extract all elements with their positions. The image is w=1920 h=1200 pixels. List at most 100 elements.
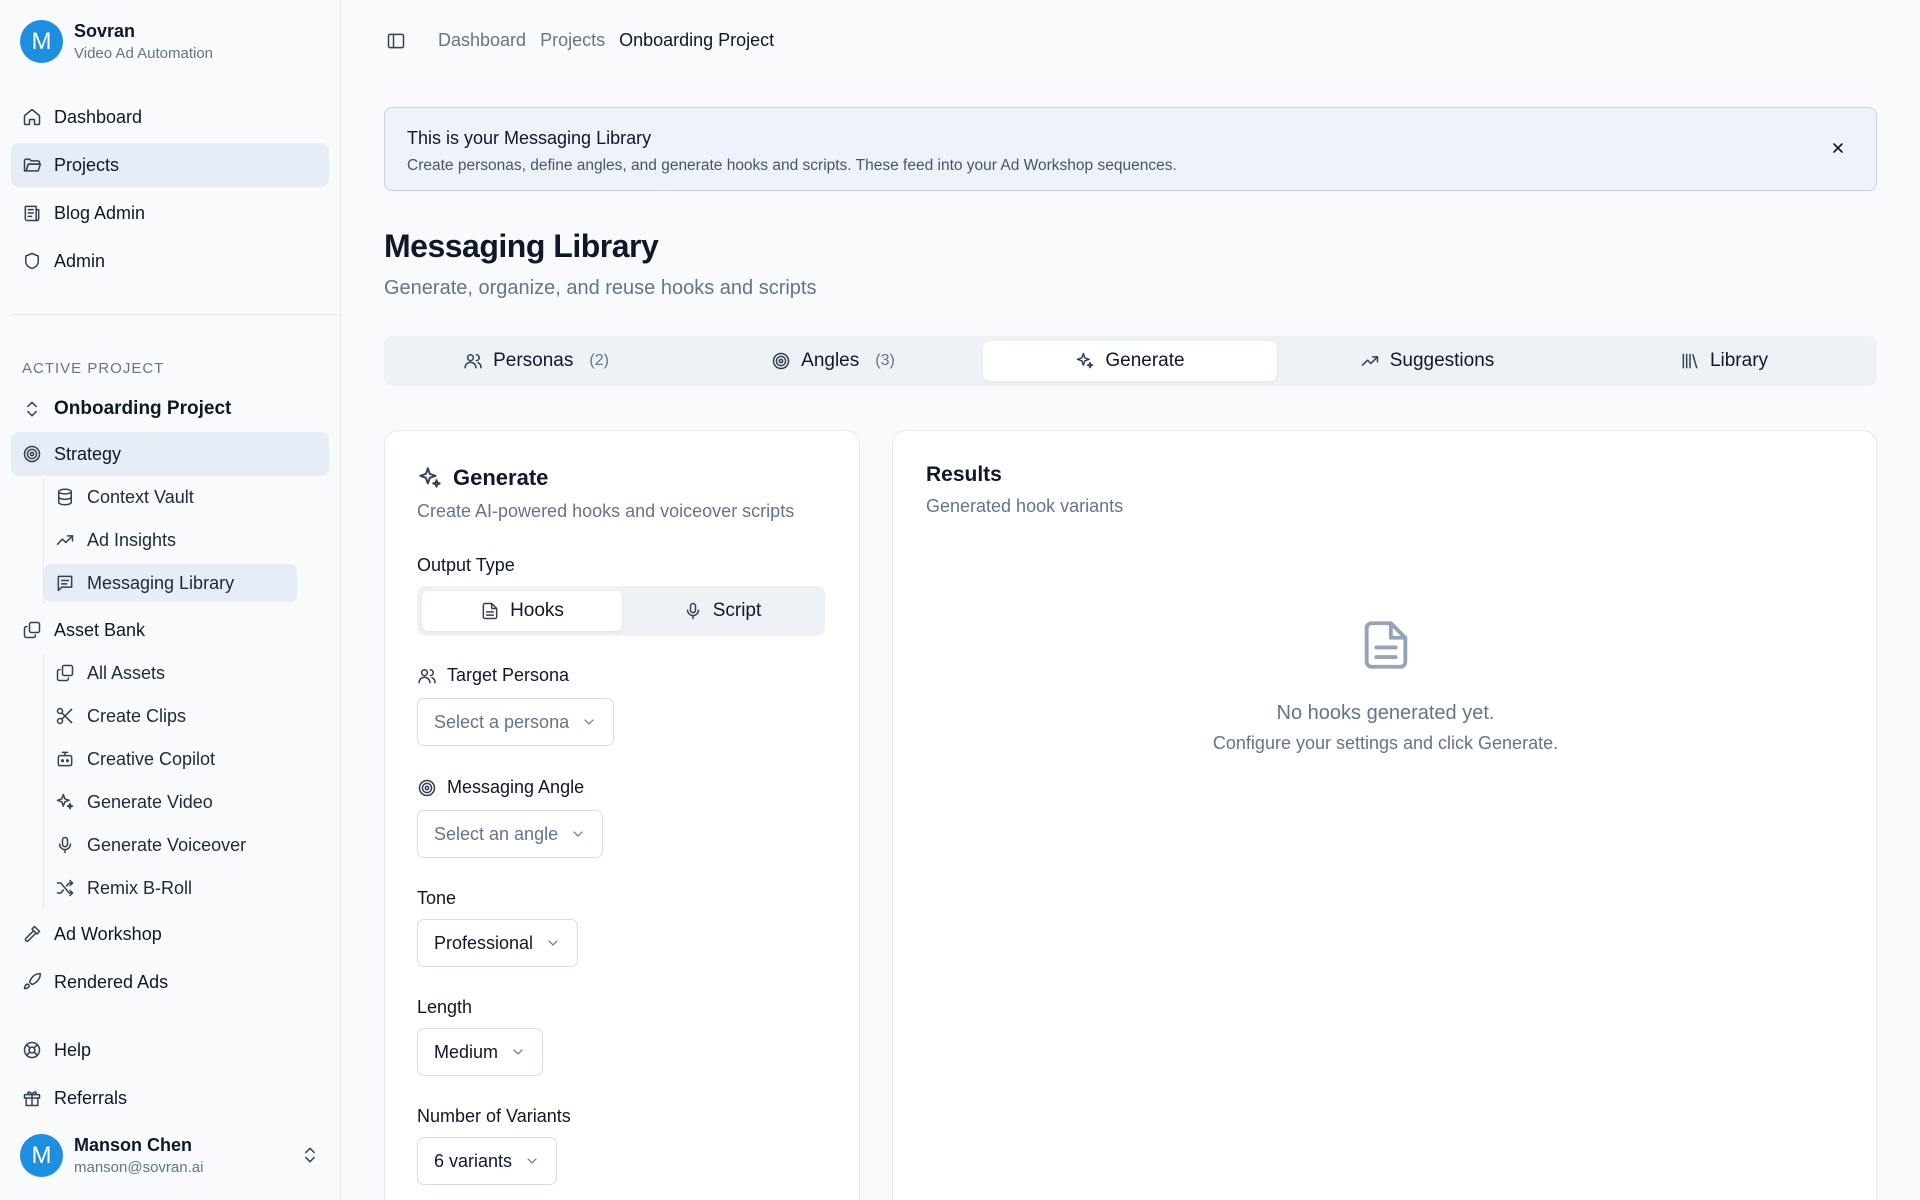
folder-icon [22, 155, 54, 175]
messaging-angle-label: Messaging Angle [417, 777, 584, 798]
seg-label: Hooks [510, 600, 564, 621]
info-banner: This is your Messaging Library Create pe… [384, 107, 1877, 191]
tab-label: Angles [801, 350, 860, 371]
generate-card-title: Generate [417, 465, 548, 491]
banner-description: Create personas, define angles, and gene… [407, 157, 1177, 174]
seg-label: Script [712, 600, 762, 621]
generate-title-text: Generate [453, 465, 549, 490]
generate-description: Create AI-powered hooks and voiceover sc… [417, 501, 795, 521]
life-buoy-icon [22, 1040, 54, 1060]
newspaper-icon [22, 203, 54, 223]
field-label-text: Target Persona [447, 665, 570, 685]
user-menu[interactable]: M Manson Chen manson@sovran.ai [20, 1134, 320, 1177]
output-type-label: Output Type [417, 555, 515, 575]
output-type-toggle: Hooks Script [417, 586, 825, 636]
sidebar-item-projects[interactable]: Projects [11, 143, 329, 187]
tab-count: (3) [875, 352, 895, 369]
user-email: manson@sovran.ai [74, 1159, 204, 1176]
sidebar-item-messaging-library[interactable]: Messaging Library [44, 564, 297, 602]
sidebar-item-label: Blog Admin [54, 202, 146, 223]
brand[interactable]: M Sovran Video Ad Automation [20, 20, 213, 63]
tab-library[interactable]: Library [1577, 341, 1871, 381]
scissors-icon [55, 706, 87, 726]
chevron-down-icon [581, 714, 597, 730]
sidebar-item-label: Strategy [54, 443, 122, 464]
sidebar-item-label: Referrals [54, 1087, 128, 1108]
sidebar-item-generate-voiceover[interactable]: Generate Voiceover [44, 826, 297, 864]
output-hooks-button[interactable]: Hooks [422, 591, 622, 631]
empty-description: Configure your settings and click Genera… [1212, 733, 1559, 753]
close-icon[interactable] [1830, 140, 1846, 156]
sidebar-item-admin[interactable]: Admin [11, 239, 329, 283]
results-subtitle: Generated hook variants [926, 496, 1124, 516]
sidebar-item-label: Rendered Ads [54, 971, 169, 992]
panel-left-icon[interactable] [386, 31, 406, 51]
sidebar-item-label: Generate Voiceover [87, 834, 247, 855]
mic-icon [683, 601, 713, 621]
variants-select[interactable]: 6 variants [417, 1137, 558, 1185]
tone-select[interactable]: Professional [417, 919, 579, 967]
select-value: Professional [434, 932, 534, 953]
banner-title: This is your Messaging Library [407, 128, 652, 148]
tab-label: Suggestions [1389, 350, 1495, 371]
sidebar-item-label: All Assets [87, 662, 166, 683]
tree-line [43, 654, 44, 908]
page-subtitle: Generate, organize, and reuse hooks and … [384, 277, 817, 299]
breadcrumb-dashboard[interactable]: Dashboard [438, 30, 526, 51]
sidebar-item-referrals[interactable]: Referrals [11, 1076, 329, 1120]
field-label-text: Messaging Angle [447, 777, 585, 797]
tab-angles[interactable]: Angles (3) [686, 341, 980, 381]
sidebar-item-label: Create Clips [87, 705, 187, 726]
sidebar-item-label: Messaging Library [87, 572, 235, 593]
generate-card: Generate Create AI-powered hooks and voi… [384, 430, 860, 1200]
chevron-down-icon [570, 826, 586, 842]
sidebar-item-context-vault[interactable]: Context Vault [44, 478, 297, 516]
breadcrumb-projects[interactable]: Projects [540, 30, 605, 51]
brand-name: Sovran [74, 21, 136, 41]
sidebar-item-label: Admin [54, 250, 106, 271]
sidebar-item-dashboard[interactable]: Dashboard [11, 95, 329, 139]
chevron-down-icon [510, 1044, 526, 1060]
tab-count: (2) [589, 352, 609, 369]
tab-personas[interactable]: Personas (2) [389, 341, 683, 381]
empty-title: No hooks generated yet. [1276, 702, 1495, 724]
sidebar-item-remix-b-roll[interactable]: Remix B-Roll [44, 869, 297, 907]
message-square-text-icon [55, 573, 87, 593]
length-select[interactable]: Medium [417, 1028, 544, 1076]
gift-icon [22, 1088, 54, 1108]
trending-up-icon [1360, 351, 1390, 371]
messaging-angle-select[interactable]: Select an angle [417, 810, 604, 858]
target-icon [22, 444, 54, 464]
output-script-button[interactable]: Script [622, 591, 822, 631]
sidebar-item-generate-video[interactable]: Generate Video [44, 783, 297, 821]
brand-subtitle: Video Ad Automation [74, 45, 213, 62]
file-text-icon [893, 616, 1878, 674]
sidebar-item-rendered-ads[interactable]: Rendered Ads [11, 960, 329, 1004]
sidebar-item-ad-insights[interactable]: Ad Insights [44, 521, 297, 559]
trending-up-icon [55, 530, 87, 550]
sidebar-item-ad-workshop[interactable]: Ad Workshop [11, 912, 329, 956]
sidebar-item-creative-copilot[interactable]: Creative Copilot [44, 740, 297, 778]
select-value: Select an angle [434, 823, 559, 844]
tab-generate[interactable]: Generate [983, 341, 1277, 381]
sidebar-item-all-assets[interactable]: All Assets [44, 654, 297, 692]
select-value: Medium [434, 1041, 499, 1062]
tab-label: Library [1709, 350, 1769, 371]
brand-avatar: M [20, 20, 63, 63]
user-name: Manson Chen [74, 1135, 193, 1155]
project-name: Onboarding Project [54, 398, 232, 419]
tab-suggestions[interactable]: Suggestions [1280, 341, 1574, 381]
sidebar-item-blog-admin[interactable]: Blog Admin [11, 191, 329, 235]
sidebar-item-label: Ad Insights [87, 529, 177, 550]
sidebar-item-strategy[interactable]: Strategy [11, 432, 329, 476]
project-switcher[interactable]: Onboarding Project [22, 398, 231, 420]
sidebar-item-help[interactable]: Help [11, 1028, 329, 1072]
users-icon [417, 666, 447, 686]
tab-label: Generate [1105, 350, 1185, 371]
sidebar-item-label: Generate Video [87, 791, 213, 812]
target-icon [417, 778, 447, 798]
sidebar-item-create-clips[interactable]: Create Clips [44, 697, 297, 735]
target-persona-select[interactable]: Select a persona [417, 698, 615, 746]
sidebar-item-asset-bank[interactable]: Asset Bank [11, 608, 329, 652]
sidebar-item-label: Dashboard [54, 106, 143, 127]
